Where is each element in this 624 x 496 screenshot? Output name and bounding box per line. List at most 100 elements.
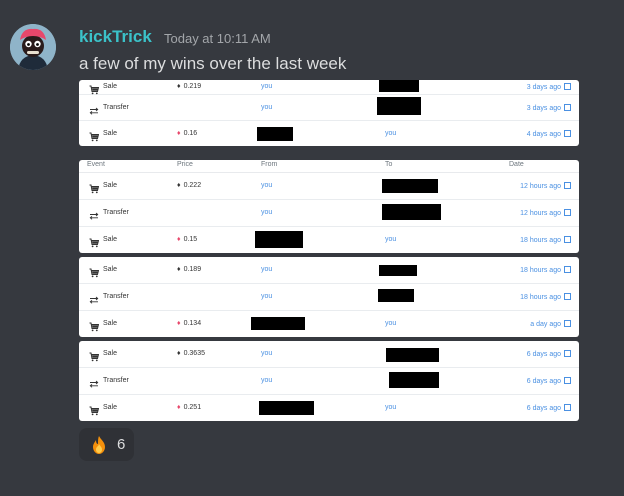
reaction-count: 6 [117,436,126,453]
redacted-address [379,265,417,276]
price-cell: ♦ 0.251 [177,403,201,413]
cart-icon [89,129,100,142]
from-link[interactable]: you [261,103,272,113]
external-link-icon [564,236,571,243]
table-row[interactable]: Transfer you 3 days ago [79,95,579,121]
date-link[interactable]: 6 days ago [527,376,571,387]
event-label: Sale [103,130,118,137]
eth-icon: ♦ [177,83,181,90]
cart-icon [89,265,100,278]
transfer-icon [89,103,99,115]
table-row[interactable]: Sale ♦ 0.3635 you 6 days ago [79,341,579,368]
eth-icon: ♦ [177,350,181,357]
redacted-address [259,401,314,415]
message-text: a few of my wins over the last week [79,54,347,73]
price-value: 0.134 [183,320,202,327]
external-link-icon [564,83,571,90]
external-link-icon [564,350,571,357]
from-link[interactable]: you [261,82,272,92]
from-link[interactable]: you [261,208,272,218]
price-value: 0.3635 [183,350,205,357]
header-event: Event [87,161,105,168]
from-link[interactable]: you [261,181,272,191]
date-link[interactable]: 18 hours ago [520,292,571,303]
reaction-button[interactable]: 6 [79,428,134,461]
transfer-icon [89,376,99,388]
date-text: 6 days ago [526,351,561,358]
to-link[interactable]: you [385,129,396,139]
redacted-address [378,289,414,302]
date-text: 6 days ago [526,405,561,412]
event-label: Sale [103,320,118,327]
table-row[interactable]: Sale ♦ 0.16 you 4 days ago [79,121,579,146]
table-row[interactable]: Transfer you 6 days ago [79,368,579,395]
external-link-icon [564,182,571,189]
eth-icon: ♦ [177,182,181,189]
date-text: 3 days ago [526,84,561,91]
avatar-icon [10,24,56,70]
event-label: Sale [103,236,118,243]
external-link-icon [564,209,571,216]
to-link[interactable]: you [385,319,396,329]
transfer-icon [89,208,99,220]
avatar[interactable] [10,24,56,70]
date-link[interactable]: 12 hours ago [520,208,571,219]
price-value: 0.222 [183,182,202,189]
external-link-icon [564,104,571,111]
to-link[interactable]: you [385,403,396,413]
price-cell: ♦ 0.3635 [177,349,205,359]
table-row[interactable]: Sale ♦ 0.134 you a day ago [79,311,579,337]
eth-icon: ♦ [177,130,181,137]
event-label: Sale [103,404,118,411]
date-link[interactable]: 6 days ago [527,403,571,414]
from-link[interactable]: you [261,349,272,359]
transfer-icon [89,292,99,304]
external-link-icon [564,130,571,137]
date-link[interactable]: 4 days ago [527,129,571,140]
redacted-address [386,348,439,362]
date-link[interactable]: 12 hours ago [520,181,571,192]
table-row[interactable]: Sale ♦ 0.15 you 18 hours ago [79,227,579,253]
table-row[interactable]: Sale ♦ 0.222 you 12 hours ago [79,173,579,200]
to-link[interactable]: you [385,235,396,245]
date-link[interactable]: 3 days ago [527,103,571,114]
date-text: 18 hours ago [520,294,561,301]
redacted-address [257,127,293,141]
redacted-address [379,80,419,92]
date-link[interactable]: a day ago [530,319,571,330]
fire-icon [89,435,109,459]
eth-icon: ♦ [177,404,181,411]
cart-icon [89,403,100,416]
price-cell: ♦ 0.189 [177,265,201,275]
date-link[interactable]: 18 hours ago [520,265,571,276]
transaction-card: Event Price From To Date Sale ♦ 0.222 you 12 hour… [79,160,579,253]
table-row[interactable]: Sale ♦ 0.189 you 18 hours ago [79,257,579,284]
username[interactable]: kickTrick [79,27,152,47]
event-label: Transfer [103,377,129,384]
date-text: 12 hours ago [520,183,561,190]
date-link[interactable]: 18 hours ago [520,235,571,246]
date-link[interactable]: 6 days ago [527,349,571,360]
table-row[interactable]: Sale ♦ 0.251 you 6 days ago [79,395,579,421]
table-row[interactable]: Transfer you 18 hours ago [79,284,579,311]
external-link-icon [564,293,571,300]
table-row[interactable]: Sale ♦ 0.219 you 3 days ago [79,80,579,95]
event-label: Sale [103,83,118,90]
redacted-address [251,317,305,330]
transaction-card: Sale ♦ 0.3635 you 6 days ago Transfer you 6 day… [79,341,579,421]
cart-icon [89,349,100,362]
date-text: 4 days ago [526,131,561,138]
header-to: To [385,161,393,168]
from-link[interactable]: you [261,265,272,275]
date-text: 6 days ago [526,378,561,385]
date-link[interactable]: 3 days ago [527,82,571,93]
event-label: Transfer [103,293,129,300]
from-link[interactable]: you [261,376,272,386]
price-value: 0.15 [183,236,198,243]
event-label: Transfer [103,104,129,111]
table-row[interactable]: Transfer you 12 hours ago [79,200,579,227]
date-text: 18 hours ago [520,237,561,244]
from-link[interactable]: you [261,292,272,302]
date-text: a day ago [530,321,561,328]
date-text: 3 days ago [526,105,561,112]
